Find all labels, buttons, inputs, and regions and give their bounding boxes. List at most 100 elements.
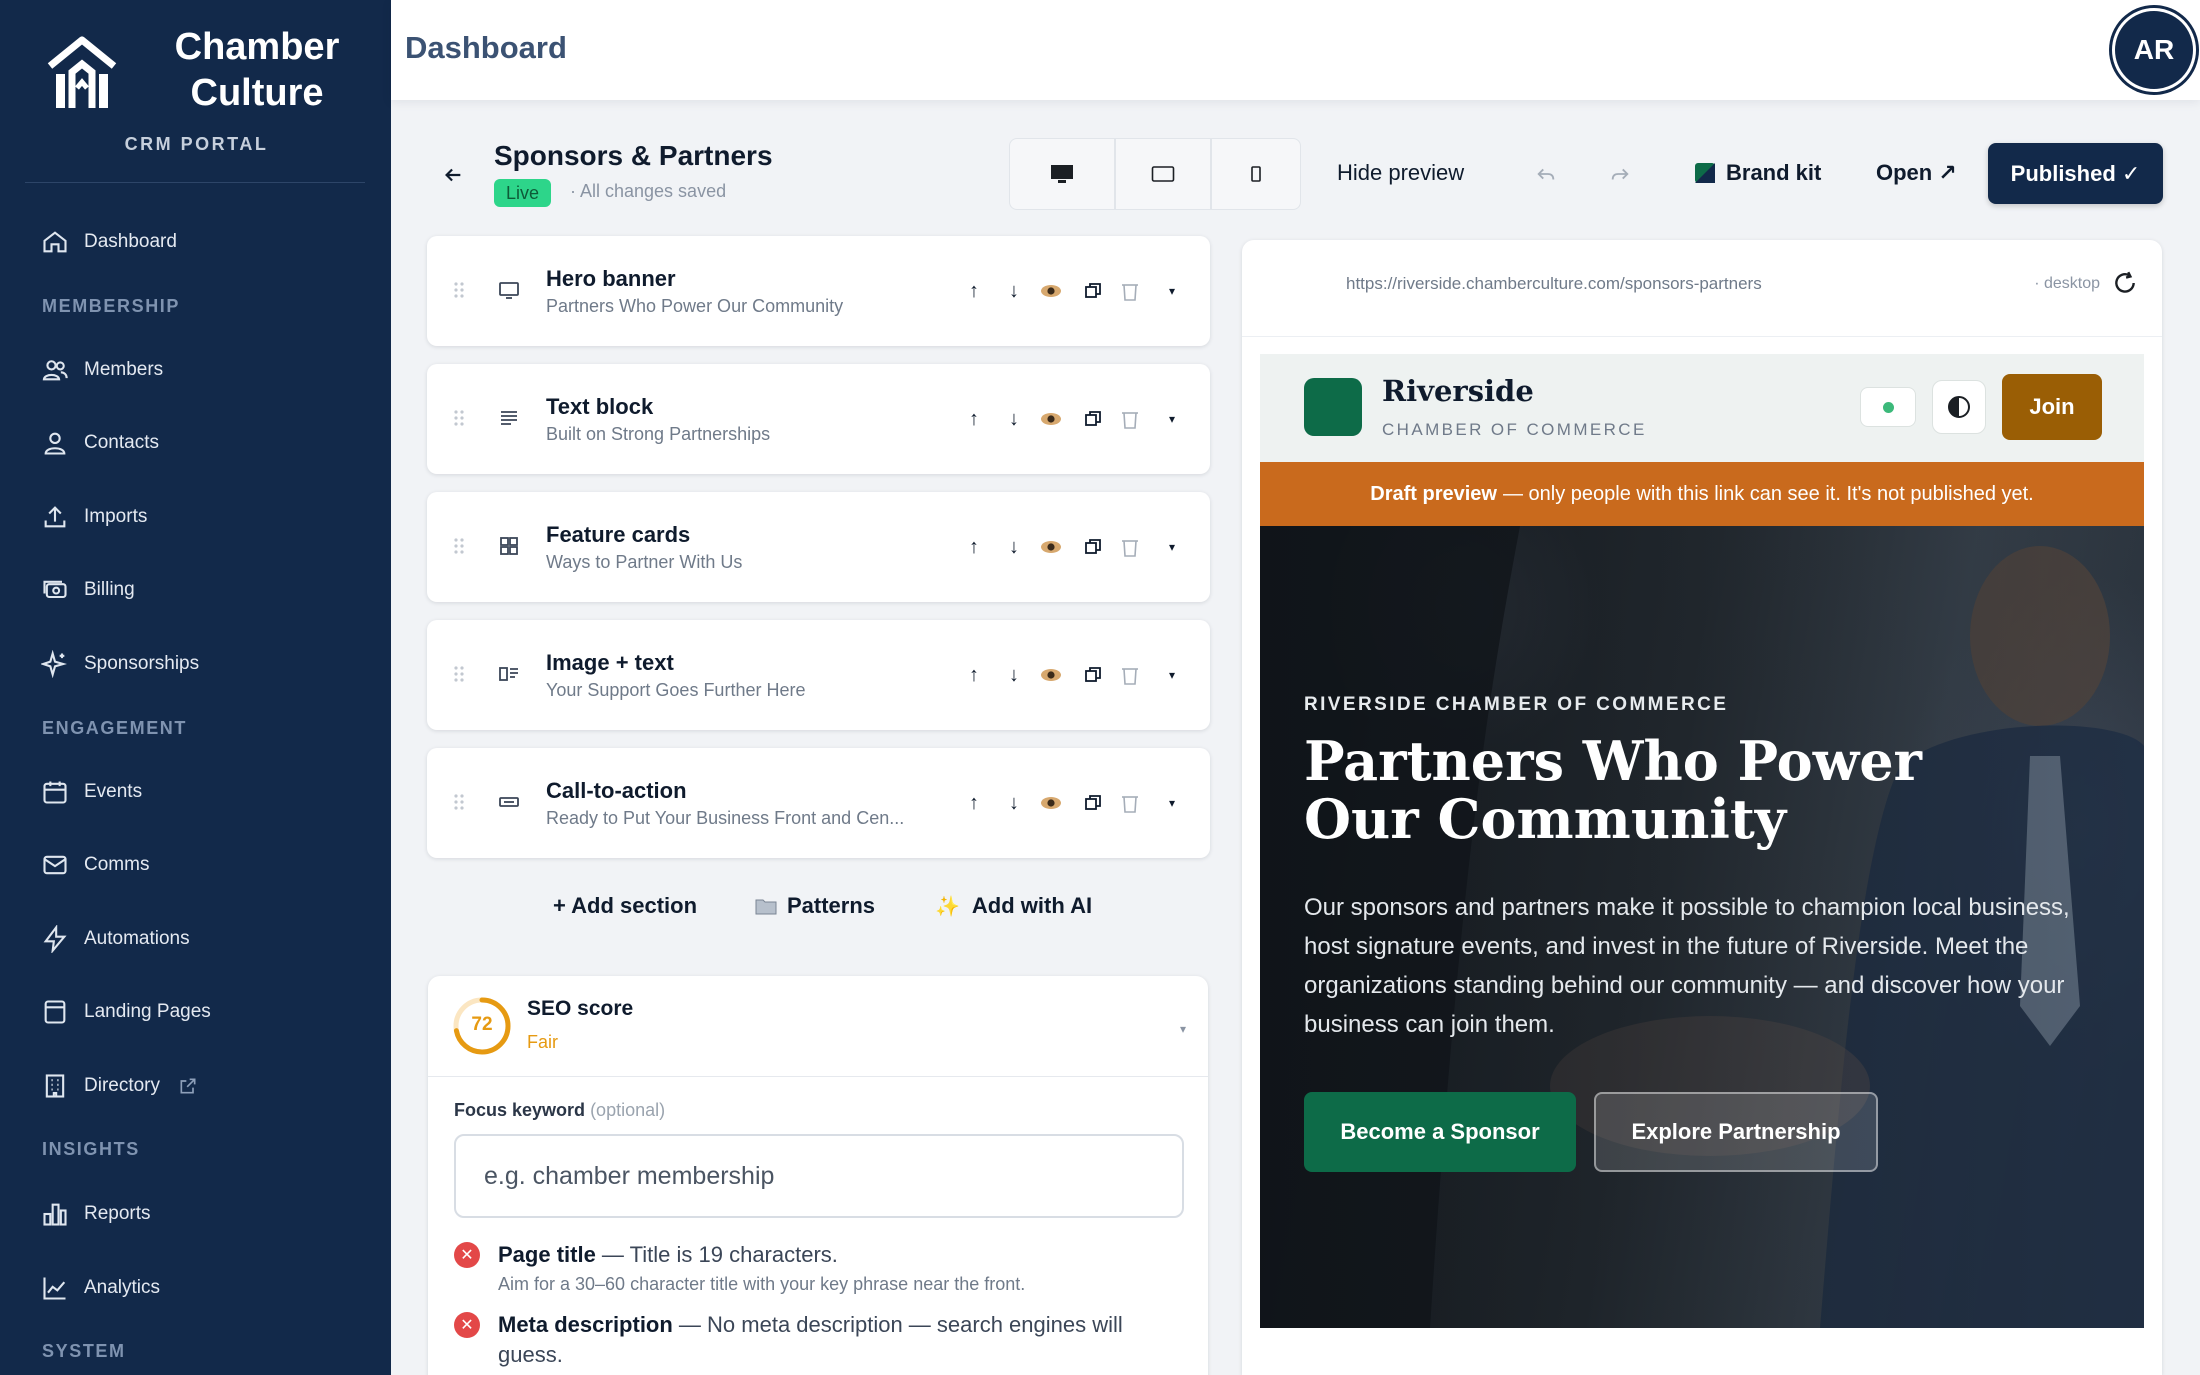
move-up-icon[interactable]: ↑ — [961, 790, 987, 816]
sidebar-item-imports[interactable]: Imports — [38, 493, 368, 541]
trash-icon[interactable] — [1117, 534, 1143, 560]
nav-section-engagement: ENGAGEMENT — [42, 718, 188, 738]
move-down-icon[interactable]: ↓ — [1001, 278, 1027, 304]
sidebar-item-directory[interactable]: Directory — [38, 1062, 368, 1110]
sidebar-item-reports[interactable]: Reports — [38, 1190, 368, 1238]
move-up-icon[interactable]: ↑ — [961, 534, 987, 560]
patterns-button[interactable]: Patterns — [755, 893, 875, 919]
drag-handle-icon[interactable] — [453, 408, 465, 428]
site-logo[interactable] — [1304, 378, 1362, 436]
move-up-icon[interactable]: ↑ — [961, 662, 987, 688]
draft-banner: Draft preview — only people with this li… — [1260, 462, 2144, 526]
preview-url[interactable]: https://riverside.chamberculture.com/spo… — [1346, 274, 1762, 294]
preview-panel: https://riverside.chamberculture.com/spo… — [1242, 240, 2162, 1375]
section-subtitle: Built on Strong Partnerships — [546, 424, 771, 444]
mail-icon — [38, 848, 72, 882]
move-down-icon[interactable]: ↓ — [1001, 406, 1027, 432]
hide-preview-button[interactable]: Hide preview — [1337, 160, 1464, 186]
join-button[interactable]: Join — [2002, 374, 2102, 440]
chevron-down-icon[interactable]: ▾ — [1180, 1022, 1186, 1036]
brand-kit-button[interactable]: Brand kit — [1694, 160, 1821, 186]
move-down-icon[interactable]: ↓ — [1001, 790, 1027, 816]
trash-icon[interactable] — [1117, 278, 1143, 304]
nav-section-membership: MEMBERSHIP — [42, 296, 181, 316]
chevron-down-icon[interactable]: ▾ — [1159, 534, 1185, 560]
move-up-icon[interactable]: ↑ — [961, 278, 987, 304]
seo-grade: Fair — [527, 1032, 558, 1052]
duplicate-icon[interactable] — [1080, 790, 1106, 816]
explore-partnership-button[interactable]: Explore Partnership — [1594, 1092, 1878, 1172]
device-desktop-button[interactable] — [1009, 138, 1115, 210]
move-down-icon[interactable]: ↓ — [1001, 534, 1027, 560]
section-card-features[interactable]: Feature cards Ways to Partner With Us ↑ … — [427, 492, 1210, 602]
brand-subtitle: CRM PORTAL — [124, 134, 269, 154]
drag-handle-icon[interactable] — [453, 664, 465, 684]
trash-icon[interactable] — [1117, 406, 1143, 432]
eye-icon[interactable] — [1038, 662, 1064, 688]
sidebar-item-label: Sponsorships — [84, 653, 200, 674]
eye-icon[interactable] — [1038, 278, 1064, 304]
sidebar-item-landing-pages[interactable]: Landing Pages — [38, 988, 368, 1036]
redo-button[interactable] — [1602, 156, 1638, 192]
focus-keyword-input[interactable] — [454, 1134, 1184, 1218]
back-button[interactable] — [438, 160, 468, 190]
drag-handle-icon[interactable] — [453, 280, 465, 300]
become-sponsor-button[interactable]: Become a Sponsor — [1304, 1092, 1576, 1172]
duplicate-icon[interactable] — [1080, 278, 1106, 304]
publish-button[interactable]: Published ✓ — [1988, 143, 2163, 204]
trash-icon[interactable] — [1117, 662, 1143, 688]
chevron-down-icon[interactable]: ▾ — [1159, 406, 1185, 432]
sidebar-item-label: Events — [84, 781, 143, 802]
divider — [428, 1076, 1208, 1077]
external-link-icon[interactable] — [178, 1076, 198, 1096]
move-up-icon[interactable]: ↑ — [961, 406, 987, 432]
chevron-down-icon[interactable]: ▾ — [1159, 662, 1185, 688]
move-down-icon[interactable]: ↓ — [1001, 662, 1027, 688]
duplicate-icon[interactable] — [1080, 534, 1106, 560]
grid-icon — [500, 537, 518, 555]
sidebar-item-label: Comms — [84, 854, 150, 875]
site-tagline: CHAMBER OF COMMERCE — [1382, 420, 1647, 439]
add-with-ai-button[interactable]: ✨ Add with AI — [935, 893, 1092, 919]
add-section-button[interactable]: + Add section — [553, 893, 697, 919]
section-card-text[interactable]: Text block Built on Strong Partnerships … — [427, 364, 1210, 474]
section-subtitle: Ways to Partner With Us — [546, 552, 743, 572]
sidebar-item-members[interactable]: Members — [38, 346, 368, 394]
avatar[interactable]: AR — [2112, 8, 2196, 92]
eye-icon[interactable] — [1038, 790, 1064, 816]
sidebar-item-label: Landing Pages — [84, 1001, 211, 1022]
duplicate-icon[interactable] — [1080, 662, 1106, 688]
device-tablet-button[interactable] — [1115, 138, 1211, 210]
status-dot-toggle[interactable] — [1860, 387, 1916, 427]
drag-handle-icon[interactable] — [453, 792, 465, 812]
undo-button[interactable] — [1528, 156, 1564, 192]
sidebar-item-automations[interactable]: Automations — [38, 915, 368, 963]
open-button[interactable]: Open ↗ — [1876, 160, 1957, 186]
sidebar-item-analytics[interactable]: Analytics — [38, 1264, 368, 1312]
contrast-toggle[interactable] — [1932, 380, 1986, 434]
patterns-label: Patterns — [787, 893, 876, 918]
section-subtitle: Ready to Put Your Business Front and Cen… — [546, 808, 905, 828]
refresh-icon[interactable] — [2112, 270, 2138, 296]
device-mobile-button[interactable] — [1211, 138, 1301, 210]
sidebar-item-contacts[interactable]: Contacts — [38, 419, 368, 467]
duplicate-icon[interactable] — [1080, 406, 1106, 432]
section-card-hero[interactable]: Hero banner Partners Who Power Our Commu… — [427, 236, 1210, 346]
drag-handle-icon[interactable] — [453, 536, 465, 556]
sidebar-item-billing[interactable]: Billing — [38, 566, 368, 614]
sidebar-item-comms[interactable]: Comms — [38, 841, 368, 889]
section-card-image-text[interactable]: Image + text Your Support Goes Further H… — [427, 620, 1210, 730]
sidebar-item-label: Directory — [84, 1075, 161, 1096]
sidebar-item-events[interactable]: Events — [38, 768, 368, 816]
trash-icon[interactable] — [1117, 790, 1143, 816]
lightning-icon — [38, 922, 72, 956]
chevron-down-icon[interactable]: ▾ — [1159, 790, 1185, 816]
eye-icon[interactable] — [1038, 406, 1064, 432]
brand[interactable]: Chamber Culture CRM PORTAL — [40, 24, 360, 154]
sidebar-item-label: Members — [84, 359, 164, 380]
section-card-cta[interactable]: Call-to-action Ready to Put Your Busines… — [427, 748, 1210, 858]
sidebar-item-dashboard[interactable]: Dashboard — [38, 218, 368, 266]
sidebar-item-sponsorships[interactable]: Sponsorships — [38, 640, 368, 688]
chevron-down-icon[interactable]: ▾ — [1159, 278, 1185, 304]
eye-icon[interactable] — [1038, 534, 1064, 560]
